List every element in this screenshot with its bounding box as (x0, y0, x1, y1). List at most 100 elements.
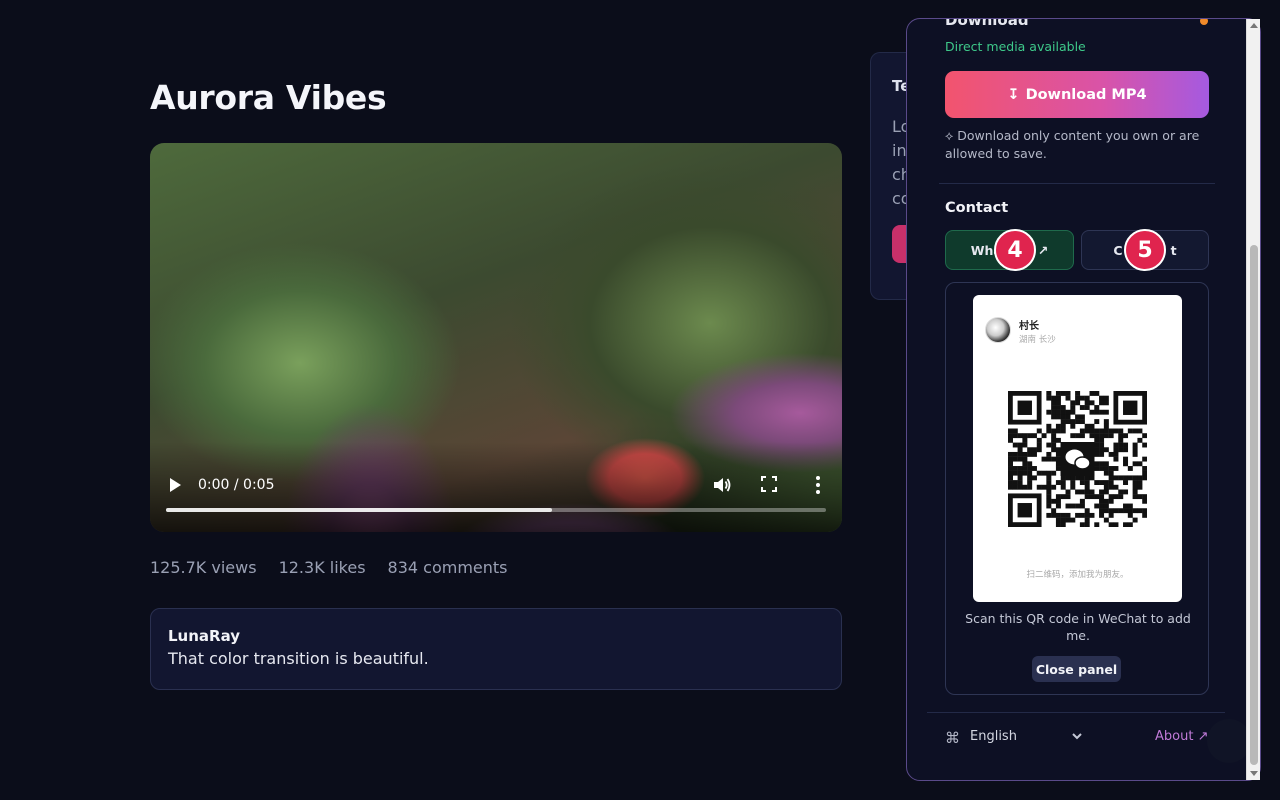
qr-module (1094, 433, 1100, 439)
qr-module (1127, 466, 1133, 471)
volume-icon[interactable] (712, 475, 732, 495)
qr-module (1094, 466, 1100, 471)
qr-module (1060, 409, 1066, 415)
close-panel-button[interactable]: Close panel (1032, 656, 1121, 682)
qr-module (1123, 503, 1129, 509)
qr-module (1031, 475, 1037, 481)
download-mp4-button[interactable]: ↧ Download MP4 (945, 71, 1209, 118)
qr-module (1123, 447, 1129, 453)
qr-module (1041, 433, 1047, 439)
qr-caption: 扫二维码，添加我为朋友。 (1026, 570, 1129, 580)
more-options-icon[interactable] (814, 475, 822, 495)
wechat-icon (1074, 456, 1091, 470)
qr-module (1099, 480, 1105, 485)
qr-module (1051, 437, 1057, 443)
qr-module (1036, 437, 1042, 443)
download-icon: ↧ (1007, 86, 1020, 103)
qr-module (1022, 484, 1028, 490)
wechat-icon: C (1113, 242, 1123, 258)
qr-module (1012, 442, 1018, 448)
qr-module (1127, 512, 1133, 518)
qr-module (1079, 512, 1085, 518)
qr-module (1012, 470, 1018, 476)
qr-module (1099, 409, 1105, 415)
qr-module (1118, 437, 1124, 443)
scrollbar-thumb[interactable] (1250, 245, 1258, 765)
language-select[interactable]: English (970, 729, 1017, 744)
likes-count: 12.3K likes (278, 558, 366, 577)
download-heading: Download (945, 18, 1029, 29)
qr-module (1132, 461, 1138, 467)
qr-module (1118, 494, 1124, 500)
qr-module (1046, 470, 1052, 476)
qr-module (1055, 428, 1061, 434)
qr-module (1113, 475, 1119, 481)
qr-module (1084, 522, 1090, 527)
qr-module (1084, 494, 1090, 500)
qr-module (1132, 447, 1138, 453)
qr-finder (1017, 503, 1032, 518)
qr-module (1060, 484, 1066, 490)
qr-module (1099, 433, 1105, 439)
qr-module (1031, 466, 1037, 471)
qr-module (1103, 470, 1109, 476)
qr-module (1060, 517, 1066, 523)
qr-module (1055, 522, 1061, 527)
qr-module (1108, 466, 1114, 471)
video-progress-track[interactable] (166, 508, 826, 512)
qr-module (1108, 522, 1114, 527)
qr-module (1075, 475, 1081, 481)
qr-module (1123, 461, 1129, 467)
qr-module (1137, 461, 1143, 467)
qr-module (1036, 470, 1042, 476)
qr-module (1079, 405, 1085, 410)
qr-module (1094, 405, 1100, 410)
qr-module (1103, 395, 1109, 401)
chevron-down-icon[interactable] (1070, 729, 1084, 743)
direct-media-status: Direct media available (945, 39, 1086, 54)
qr-module (1055, 498, 1061, 504)
qr-module (1055, 409, 1061, 415)
qr-module (1046, 456, 1052, 462)
qr-module (1123, 442, 1129, 448)
qr-module (1094, 442, 1100, 448)
qr-module (1103, 489, 1109, 495)
about-link[interactable]: About ↗ (1155, 729, 1208, 744)
qr-module (1017, 451, 1023, 457)
qr-module (1084, 400, 1090, 406)
qr-finder (1017, 400, 1032, 415)
qr-module (1075, 391, 1081, 396)
qr-module (1094, 437, 1100, 443)
qr-module (1142, 470, 1147, 476)
video-player[interactable]: 0:00 / 0:05 (150, 143, 842, 532)
qr-module (1022, 456, 1028, 462)
qr-module (1012, 456, 1018, 462)
qr-module (1075, 512, 1081, 518)
qr-module (1118, 433, 1124, 439)
qr-module (1055, 395, 1061, 401)
qr-module (1027, 466, 1033, 471)
qr-module (1108, 508, 1114, 514)
command-icon: ⌘ (945, 729, 960, 747)
qr-module (1031, 447, 1037, 453)
qr-finder (1123, 400, 1138, 415)
qr-module (1127, 503, 1133, 509)
qr-module (1055, 503, 1061, 509)
qr-module (1055, 461, 1061, 467)
qr-module (1089, 428, 1095, 434)
play-icon[interactable] (168, 477, 182, 493)
qr-module (1132, 480, 1138, 485)
qr-module (1070, 423, 1076, 429)
floating-corner-button[interactable] (1207, 719, 1251, 763)
qr-module (1099, 447, 1105, 453)
qr-module (1137, 480, 1143, 485)
scroll-down-arrow[interactable] (1250, 771, 1258, 776)
fullscreen-icon[interactable] (761, 476, 777, 492)
qr-module (1079, 498, 1085, 504)
qr-module (1046, 489, 1052, 495)
qr-module (1051, 428, 1057, 434)
qr-module (1094, 503, 1100, 509)
scroll-up-arrow[interactable] (1250, 23, 1258, 28)
qr-module (1084, 508, 1090, 514)
panel-scrollbar[interactable] (1246, 19, 1260, 780)
